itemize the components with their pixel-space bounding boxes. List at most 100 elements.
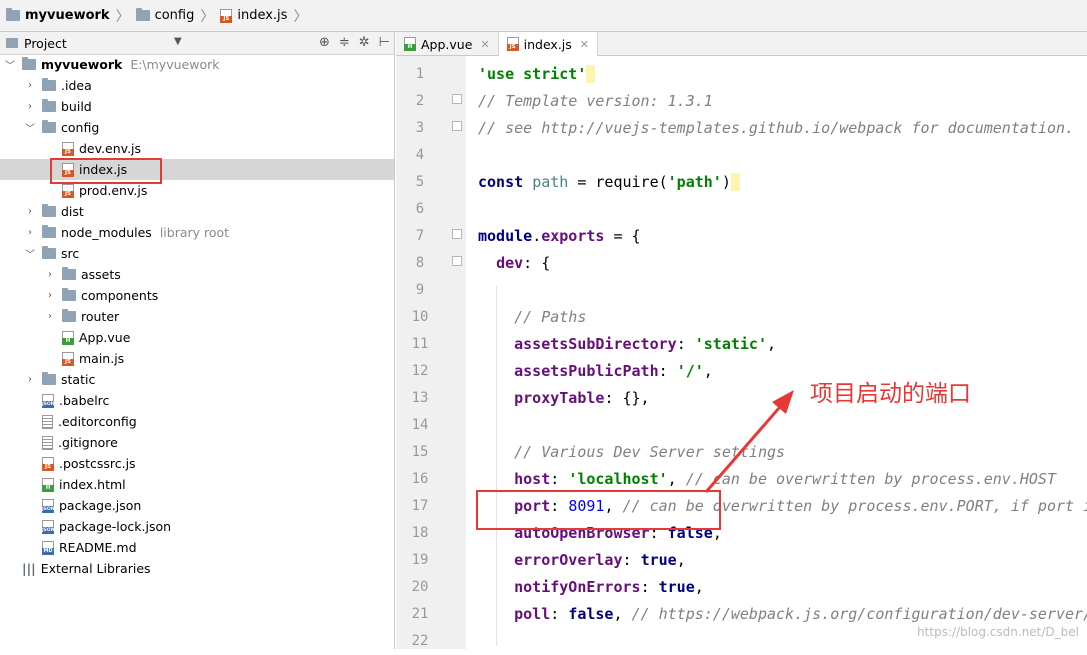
- tree-item[interactable]: ﹀ config: [0, 117, 394, 138]
- tree-item[interactable]: › dist: [0, 201, 394, 222]
- tree-item[interactable]: ||| External Libraries: [0, 558, 394, 579]
- code-line-20: notifyOnErrors: true,: [514, 578, 704, 596]
- line-number: 20: [411, 579, 429, 595]
- tree-item-label: myvuework: [41, 57, 123, 72]
- tree-item-label: README.md: [59, 540, 137, 555]
- tree-item-label: router: [81, 309, 120, 324]
- tree-item[interactable]: › build: [0, 96, 394, 117]
- collapse-all-icon[interactable]: ≑: [339, 35, 350, 50]
- tree-item[interactable]: › .idea: [0, 75, 394, 96]
- tree-item[interactable]: JSON .babelrc: [0, 390, 394, 411]
- annotation-text: 项目启动的端口: [810, 381, 971, 407]
- tree-item-hint: library root: [159, 225, 230, 240]
- code-line-5: const path = require('path'): [478, 169, 740, 196]
- line-number: 15: [411, 444, 429, 460]
- tree-item[interactable]: JSON package.json: [0, 495, 394, 516]
- breadcrumb: myvuework 〉 config 〉 JS index.js 〉: [0, 0, 1087, 32]
- tree-item[interactable]: H App.vue: [0, 327, 394, 348]
- tree-item[interactable]: MD README.md: [0, 537, 394, 558]
- line-number: 7: [415, 228, 425, 244]
- code-line-3: // see http://vuejs-templates.github.io/…: [478, 119, 1075, 137]
- line-number: 18: [411, 525, 429, 541]
- js-file-icon: JS: [62, 183, 74, 198]
- fold-marker-icon[interactable]: [452, 229, 462, 239]
- tree-item[interactable]: › node_modules library root: [0, 222, 394, 243]
- tree-item-label: config: [61, 120, 100, 135]
- chevron-right-icon[interactable]: ›: [44, 311, 56, 322]
- locate-icon[interactable]: ⊕: [319, 35, 330, 50]
- fold-marker-icon[interactable]: [452, 94, 462, 104]
- chevron-right-icon[interactable]: ›: [24, 101, 36, 112]
- chevron-right-icon[interactable]: ›: [24, 80, 36, 91]
- tree-item-label: package.json: [59, 498, 142, 513]
- project-panel: Project ▼ ⊕ ≑ ✲ ⊢ ﹀ myvuework E:\myvuework…: [0, 32, 395, 649]
- tree-item-label: main.js: [79, 351, 125, 366]
- chevron-right-icon[interactable]: ›: [24, 227, 36, 238]
- close-icon[interactable]: ✕: [480, 38, 489, 51]
- code-line-15: // Various Dev Server settings: [514, 443, 786, 461]
- line-number: 4: [415, 147, 425, 163]
- tree-item[interactable]: › components: [0, 285, 394, 306]
- tree-item[interactable]: Hindex.html: [0, 474, 394, 495]
- highlight-box-index-js: [50, 158, 162, 184]
- tree-item[interactable]: › assets: [0, 264, 394, 285]
- line-number: 5: [415, 174, 425, 190]
- folder-icon: [42, 225, 56, 238]
- chevron-right-icon[interactable]: ›: [24, 374, 36, 385]
- hide-panel-icon[interactable]: ⊢: [379, 35, 390, 50]
- tree-item-label: static: [61, 372, 96, 387]
- chevron-right-icon[interactable]: ›: [24, 206, 36, 217]
- js-file-icon: JS: [220, 8, 233, 23]
- line-number: 1: [415, 66, 425, 82]
- tree-item[interactable]: › router: [0, 306, 394, 327]
- line-number: 17: [411, 498, 429, 514]
- code-line-7: module.exports = {: [478, 227, 641, 245]
- project-view-selector[interactable]: Project: [24, 36, 67, 51]
- json-file-icon: JSON: [42, 498, 55, 513]
- tree-item[interactable]: ﹀ myvuework E:\myvuework: [0, 54, 394, 75]
- tab-app-vue[interactable]: H App.vue ✕: [396, 32, 499, 56]
- code-editor[interactable]: 'use strict' // Template version: 1.3.1 …: [466, 56, 1087, 649]
- js-file-icon: JS: [62, 141, 74, 156]
- tree-item[interactable]: .gitignore: [0, 432, 394, 453]
- breadcrumb-item-folder[interactable]: config: [135, 0, 194, 32]
- line-number: 8: [415, 255, 425, 271]
- chevron-down-icon[interactable]: ﹀: [24, 120, 36, 135]
- tree-item[interactable]: .editorconfig: [0, 411, 394, 432]
- fold-marker-icon[interactable]: [452, 256, 462, 266]
- close-icon[interactable]: ✕: [580, 38, 589, 51]
- tree-item-label: src: [61, 246, 80, 261]
- breadcrumb-item-project[interactable]: myvuework: [6, 0, 110, 32]
- tree-item-label: .gitignore: [58, 435, 118, 450]
- breadcrumb-item-file[interactable]: JS index.js: [220, 0, 287, 32]
- code-line-2: // Template version: 1.3.1: [478, 92, 713, 110]
- tree-item[interactable]: JSON package-lock.json: [0, 516, 394, 537]
- code-line-21: poll: false, // https://webpack.js.org/c…: [514, 605, 1087, 623]
- folder-icon: [6, 8, 20, 21]
- fold-marker-icon[interactable]: [452, 121, 462, 131]
- project-tree: ﹀ myvuework E:\myvuework › .idea › build ﹀ confi…: [0, 54, 394, 579]
- gear-icon[interactable]: ✲: [359, 35, 370, 50]
- tree-item[interactable]: JS dev.env.js: [0, 138, 394, 159]
- folder-icon: [42, 78, 56, 91]
- tree-item[interactable]: › static: [0, 369, 394, 390]
- json-file-icon: JSON: [42, 393, 55, 408]
- dropdown-arrow-icon[interactable]: ▼: [174, 36, 182, 47]
- line-number: 19: [411, 552, 429, 568]
- tab-index-js[interactable]: JS index.js ✕: [498, 32, 599, 56]
- tree-item-label: .editorconfig: [58, 414, 137, 429]
- chevron-down-icon[interactable]: ﹀: [4, 57, 16, 72]
- chevron-right-icon: 〉: [293, 8, 308, 25]
- vue-file-icon: H: [62, 330, 74, 345]
- folder-icon: [62, 267, 76, 280]
- code-line-1: 'use strict': [478, 61, 596, 88]
- chevron-right-icon[interactable]: ›: [44, 269, 56, 280]
- tree-item[interactable]: ﹀ src: [0, 243, 394, 264]
- folder-icon: [62, 309, 76, 322]
- tree-item-label: package-lock.json: [59, 519, 172, 534]
- chevron-down-icon[interactable]: ﹀: [24, 246, 36, 261]
- tree-item[interactable]: JS .postcssrc.js: [0, 453, 394, 474]
- chevron-right-icon[interactable]: ›: [44, 290, 56, 301]
- tree-item[interactable]: JS main.js: [0, 348, 394, 369]
- js-file-icon: JS: [506, 37, 519, 51]
